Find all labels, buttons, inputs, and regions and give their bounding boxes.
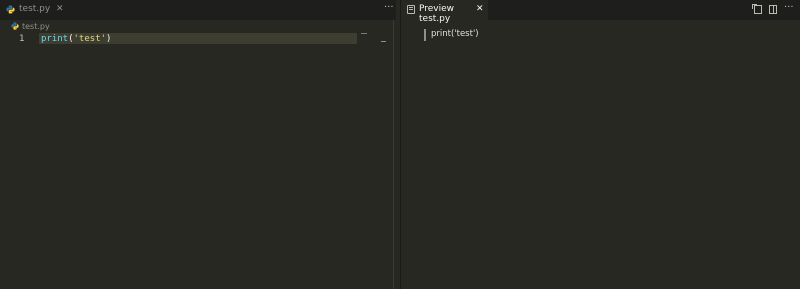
tab-test-py[interactable]: test.py ✕ [0, 0, 67, 20]
code-editor[interactable]: 1 print('test') [0, 33, 396, 289]
breadcrumb[interactable]: test.py [0, 20, 396, 33]
token-string: 'test' [73, 34, 107, 44]
split-editor-icon[interactable] [769, 5, 777, 14]
breadcrumb-item-test-py[interactable]: test.py [22, 22, 50, 31]
open-source-icon[interactable] [752, 4, 762, 14]
token-paren-close: ) [106, 34, 112, 44]
tab-bar-right: Preview test.py ✕ ··· [401, 0, 800, 24]
blockquote-bar [424, 29, 426, 41]
editor-group-left: test.py ✕ ··· test.py 1 print('test') [0, 0, 396, 289]
close-icon[interactable]: ✕ [476, 4, 484, 14]
close-icon[interactable]: ✕ [56, 4, 64, 14]
preview-text: print('test') [431, 29, 479, 39]
tab-label: test.py [19, 4, 51, 14]
preview-content: print('test') [401, 20, 800, 289]
minimap[interactable] [361, 33, 367, 34]
python-icon [6, 5, 15, 14]
editor-group-right: Preview test.py ✕ ··· print('test') [401, 0, 800, 289]
line-number: 1 [19, 34, 25, 44]
tab-bar-left: test.py ✕ ··· [0, 0, 396, 20]
preview-icon [407, 5, 415, 14]
more-actions-icon[interactable]: ··· [384, 2, 394, 13]
workbench: test.py ✕ ··· test.py 1 print('test') Pr… [0, 0, 800, 289]
python-icon [11, 22, 19, 30]
scrollbar-thumb[interactable] [381, 41, 386, 42]
code-line[interactable]: print('test') [41, 34, 111, 44]
token-function: print [41, 34, 69, 44]
tab-preview-test-py[interactable]: Preview test.py ✕ [401, 0, 488, 24]
overview-ruler [393, 20, 394, 289]
more-actions-icon[interactable]: ··· [784, 2, 794, 13]
